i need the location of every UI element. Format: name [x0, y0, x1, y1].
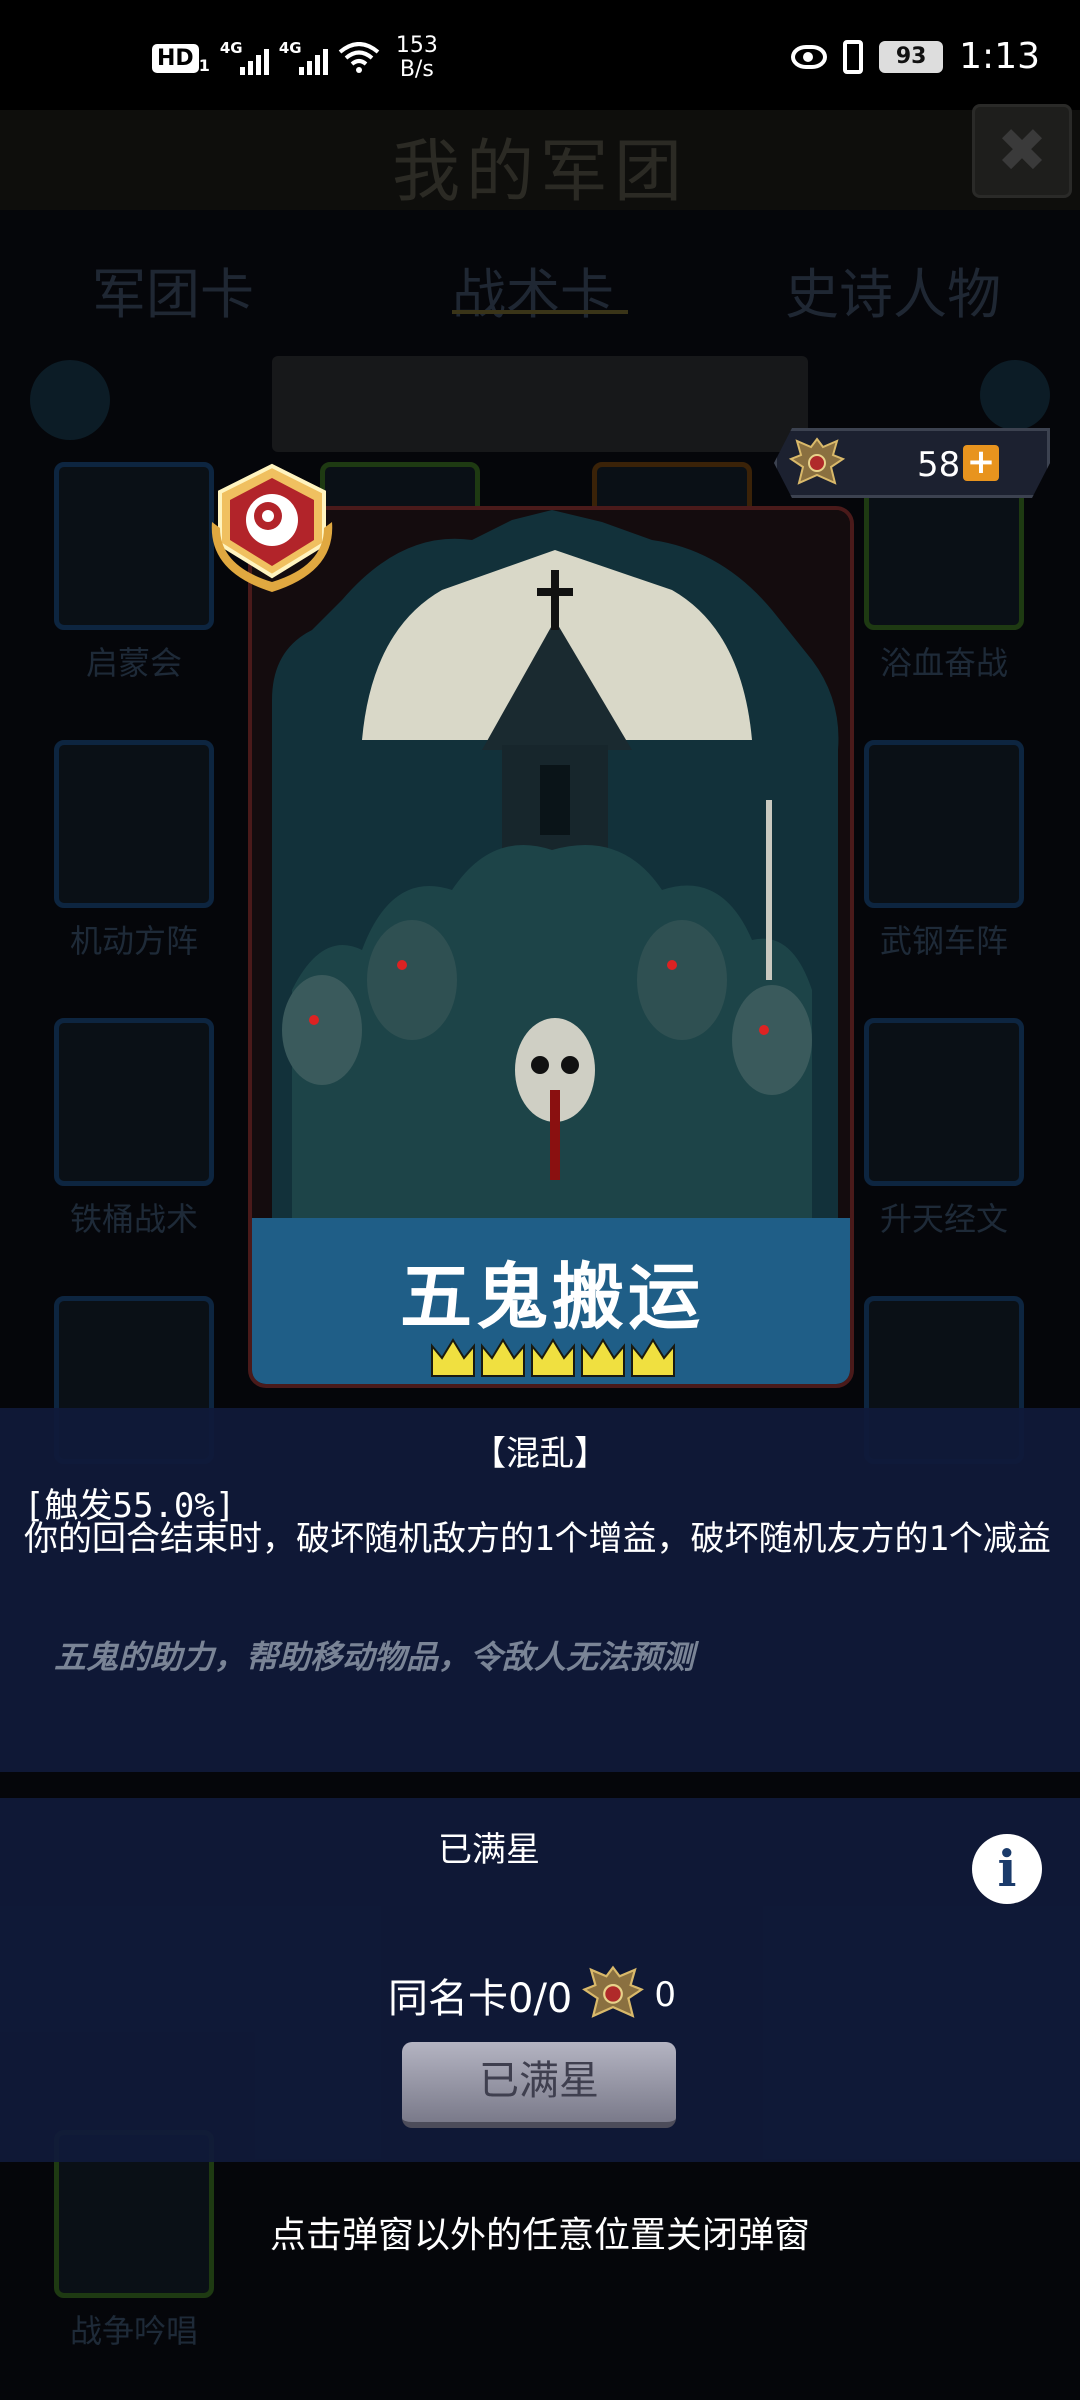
bg-card[interactable]: [864, 740, 1024, 908]
add-currency-button[interactable]: +: [963, 445, 999, 481]
crown-star-icon: [431, 1338, 475, 1377]
card-type-tag: 【混乱】: [472, 1434, 608, 1474]
status-left: HD 1 4G 4G 153 B/s: [152, 34, 438, 82]
crown-star-icon: [631, 1338, 675, 1377]
bg-card[interactable]: [54, 462, 214, 630]
max-star-button[interactable]: 已满星: [402, 2042, 676, 2128]
bg-card-label: 升天经文: [879, 1200, 1008, 1238]
eagle-emblem-icon: [787, 435, 847, 493]
tactic-card: 五鬼搬运: [248, 506, 854, 1388]
header-bar: 我的军团 ✖: [0, 104, 1080, 212]
tab-bar: 军团卡 战术卡 史诗人物: [0, 230, 1080, 340]
crown-star-icon: [481, 1338, 525, 1377]
star-status: 已满星: [438, 1830, 540, 1870]
tab-legion-cards[interactable]: 军团卡: [92, 250, 254, 329]
laurel-badge-icon: [211, 463, 333, 592]
signal-icon-2: 4G: [279, 39, 328, 75]
currency-value: 58: [917, 445, 961, 485]
description-panel: 【混乱】 [触发55.0%] 你的回合结束时，破坏随机敌方的1个增益，破坏随机友…: [0, 1408, 1080, 1772]
bg-card[interactable]: [864, 1018, 1024, 1186]
bg-card-label: 浴血奋战: [879, 644, 1008, 682]
wifi-icon: [338, 42, 380, 73]
bg-card-label: 战争吟唱: [69, 2312, 198, 2350]
sim-number: 1: [198, 55, 210, 75]
crown-star-icon: [581, 1338, 625, 1377]
page-title: 我的军团: [391, 133, 688, 212]
crown-star-icon: [531, 1338, 575, 1377]
clock: 1:13: [959, 36, 1040, 77]
bg-card[interactable]: [54, 740, 214, 908]
info-button[interactable]: i: [972, 1834, 1042, 1904]
search-input[interactable]: [272, 356, 808, 452]
bg-card-label: 启蒙会: [85, 644, 182, 682]
card-artwork: [252, 510, 850, 1228]
hd-indicator: HD: [152, 43, 199, 73]
vibrate-icon: [843, 39, 864, 74]
currency-counter: 58 +: [774, 428, 1050, 498]
battery-icon: 93: [879, 40, 944, 73]
bg-card[interactable]: [54, 1018, 214, 1186]
duplicate-currency-value: 0: [654, 1975, 677, 2015]
duplicate-card-label: 同名卡0/0: [388, 1976, 573, 2022]
tab-tactic-cards[interactable]: 战术卡: [452, 250, 614, 329]
close-popup-hint: 点击弹窗以外的任意位置关闭弹窗: [269, 2215, 810, 2256]
card-effect: 你的回合结束时，破坏随机敌方的1个增益，破坏随机友方的1个减益: [24, 1519, 1051, 1559]
duplicate-card-counter: 同名卡0/0 0: [388, 1962, 676, 2028]
bg-card-label: 铁桶战术: [69, 1200, 198, 1238]
bg-card-label: 机动方阵: [69, 922, 198, 960]
card-name-band: 五鬼搬运: [252, 1218, 850, 1384]
network-speed: 153 B/s: [395, 33, 438, 82]
filter-button[interactable]: [980, 360, 1050, 430]
star-rating: [431, 1338, 675, 1377]
active-tab-indicator: [452, 310, 628, 314]
list-view-button[interactable]: [30, 360, 110, 440]
eagle-emblem-icon: [582, 1965, 645, 2018]
bg-card-label: 武钢车阵: [879, 922, 1008, 960]
status-bar: HD 1 4G 4G 153 B/s 93 1:13: [0, 0, 1080, 110]
close-button[interactable]: ✖: [972, 104, 1072, 198]
flavor-text: 五鬼的助力，帮助移动物品，令敌人无法预测: [54, 1638, 695, 1676]
tab-epic-characters[interactable]: 史诗人物: [785, 250, 1001, 329]
signal-icon: 4G: [220, 39, 269, 75]
status-right: 93 1:13: [791, 36, 1040, 77]
card-name: 五鬼搬运: [399, 1255, 704, 1339]
eye-comfort-icon: [791, 44, 828, 69]
star-panel: 已满星 i 同名卡0/0 0 已满星: [0, 1798, 1080, 2162]
